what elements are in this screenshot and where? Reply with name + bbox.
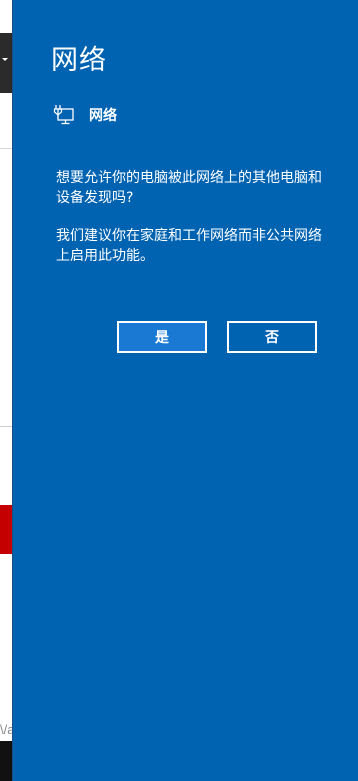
- network-row: 网络: [53, 104, 117, 126]
- yes-button[interactable]: 是: [117, 321, 207, 353]
- no-button[interactable]: 否: [227, 321, 317, 353]
- background-taskbar: [0, 741, 12, 781]
- background-dark-toolbar: [0, 33, 12, 93]
- background-red-banner: [0, 505, 12, 554]
- background-titlebar: [0, 0, 12, 33]
- network-charm-panel: 网络 网络 想要允许你的电脑被此网络上的其他电脑和设备发现吗? 我们建议你在家庭…: [12, 0, 358, 781]
- discovery-advice: 我们建议你在家庭和工作网络而非公共网络上启用此功能。: [56, 228, 322, 264]
- discovery-question: 想要允许你的电脑被此网络上的其他电脑和设备发现吗?: [56, 170, 322, 206]
- network-icon: [53, 105, 74, 125]
- background-divider-lower: [0, 426, 12, 427]
- chevron-down-icon[interactable]: [2, 58, 8, 61]
- background-divider: [0, 148, 12, 149]
- background-window: \/a: [0, 0, 12, 781]
- panel-title: 网络: [51, 45, 107, 76]
- background-partial-text: \/a: [0, 722, 12, 737]
- network-name: 网络: [89, 108, 117, 124]
